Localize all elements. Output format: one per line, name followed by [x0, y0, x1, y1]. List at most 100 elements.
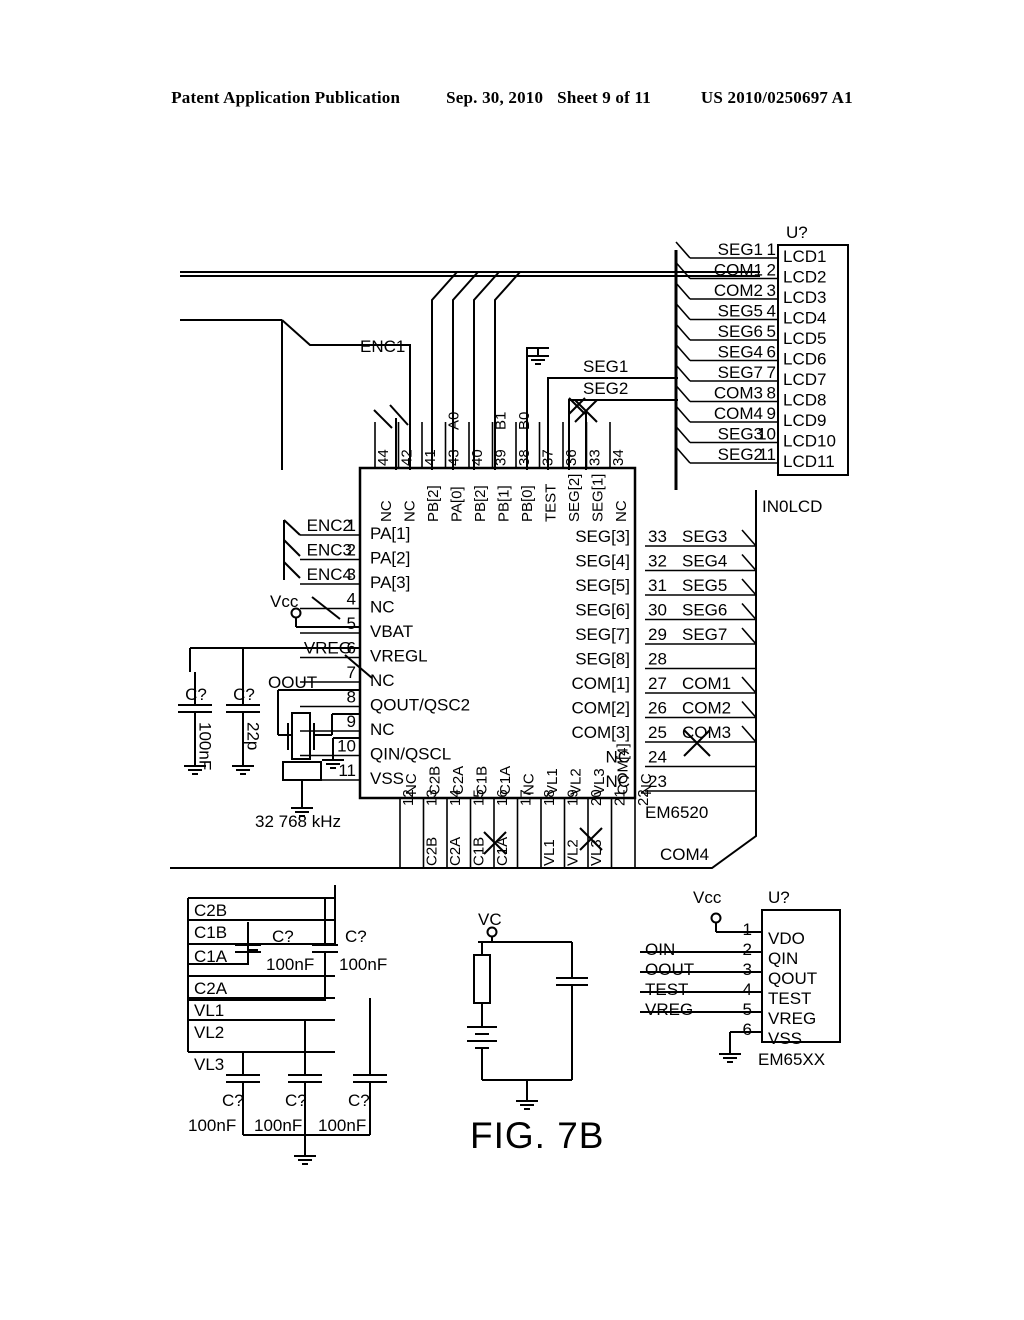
ic-top-label-5: PB[1]	[496, 485, 513, 522]
ic-left-label-10: QIN/QSCL	[370, 745, 451, 764]
em65xx-label-vreg: VREG	[768, 1009, 816, 1028]
ic-right-net-31: SEG5	[682, 576, 727, 595]
ic-right-diagonal	[741, 553, 757, 572]
ic-right-pinnum-27: 27	[648, 674, 667, 693]
ic-left-label-6: VREGL	[370, 647, 428, 666]
ic-left-net-3: ENC4	[307, 565, 352, 584]
lcd-pinnum-1: 1	[767, 240, 776, 259]
ic-right-pinnum-25: 25	[648, 723, 667, 742]
osc-cap2-ref: C?	[233, 685, 255, 704]
ic-right-pinnum-24: 24	[648, 748, 667, 767]
lcd-pin-diagonal	[675, 425, 691, 444]
ic-left-label-2: PA[2]	[370, 549, 410, 568]
ic-bottom-net-19: VL2	[565, 839, 582, 866]
lcd-net-lcd9: COM4	[714, 404, 763, 423]
ic-right-pinnum-33: 33	[648, 527, 667, 546]
cp-cap5-ref: C?	[348, 1091, 370, 1110]
em65xx-pinnum-6: 6	[743, 1020, 752, 1039]
ic-top-pinnum-37: 37	[540, 449, 557, 466]
ic-left-label-11: VSS	[370, 769, 404, 788]
ic-right-net-29: SEG7	[682, 625, 727, 644]
ic-top-pinnum-40: 40	[469, 449, 486, 466]
ic-right-diagonal	[741, 578, 757, 596]
ic-bottom-net-18: VL1	[541, 839, 558, 866]
ic-right-label-24: NC	[605, 748, 630, 767]
ic-top-pinnum-33: 33	[587, 449, 604, 466]
ic-top-net-43: A0	[446, 412, 463, 430]
ic-right-label-32: SEG[4]	[575, 552, 630, 571]
ic-bottom-pinnum-16: 16	[494, 789, 511, 806]
lcd-net-lcd4: SEG5	[718, 302, 763, 321]
lcd-connector-name: IN0LCD	[762, 497, 822, 516]
lcd-net-lcd6: SEG4	[718, 343, 763, 362]
lcd-label-lcd6: LCD6	[783, 350, 826, 369]
ic-right-pinnum-29: 29	[648, 625, 667, 644]
main-ic-name: EM6520	[645, 803, 708, 822]
ic-right-diagonal	[741, 676, 757, 694]
em65xx-label-vdo: VDO	[768, 929, 805, 948]
ic-top-label-1: NC	[402, 500, 419, 522]
ic-left-label-8: QOUT/QSC2	[370, 696, 470, 715]
ic-bottom-pinnum-19: 19	[565, 789, 582, 806]
ic-top-pinnum-41: 41	[422, 449, 439, 466]
cp-net-c2b: C2B	[194, 901, 227, 920]
cp-net-c1a: C1A	[194, 947, 228, 966]
ic-left-pinnum-4: 4	[347, 590, 356, 609]
ic-top-pinnum-39: 39	[493, 449, 510, 466]
ic-left-label-5: VBAT	[370, 622, 413, 641]
ic-bottom-pinnum-12: 12	[400, 789, 417, 806]
ic-top-pinnum-36: 36	[563, 449, 580, 466]
ic-bottom-net-13: C2B	[424, 837, 441, 866]
ic-top-label-8: SEG[2]	[566, 474, 583, 522]
osc-cap2-value: 22p	[244, 722, 263, 750]
em65xx-net-qin: OIN	[645, 940, 675, 959]
ic-right-diagonal	[741, 725, 757, 743]
crystal-label: 32 768 kHz	[255, 812, 341, 831]
ic-left-pinnum-10: 10	[337, 737, 356, 756]
vc-circuit	[467, 926, 588, 1110]
em65xx-block: 1 VDOOIN 2 QINOOUT 3 QOUTTEST 4 TESTVREG 5 VREG6 V…	[645, 909, 841, 1048]
ic-right-label-26: COM[2]	[571, 699, 630, 718]
ic-top-pins: 44 NC 42 NC 41 PB[2] 43 PA[0] A0 40 PB[2] 39 PB[1] B1…	[374, 412, 630, 522]
lcd-label-lcd8: LCD8	[783, 391, 826, 410]
ic-bottom-pinnum-14: 14	[447, 789, 464, 806]
ic-left-pinnum-11: 11	[338, 761, 356, 780]
lcd-net-lcd5: SEG6	[718, 322, 763, 341]
ic-right-label-29: SEG[7]	[575, 625, 630, 644]
osc-cap1-ref: C?	[185, 685, 207, 704]
ic-top-pinnum-44: 44	[375, 449, 392, 466]
ic-left-label-3: PA[3]	[370, 573, 410, 592]
ic-top-label-4: PB[2]	[472, 485, 489, 522]
cp-cap4-value: 100nF	[254, 1116, 302, 1135]
em65xx-pinnum-1: 1	[743, 920, 752, 939]
lcd-pin-diagonal	[675, 364, 691, 382]
ic-left-label-1: PA[1]	[370, 524, 410, 543]
lcd-pinnum-2: 2	[767, 261, 776, 280]
cp-cap3-value: 100nF	[188, 1116, 236, 1135]
em65xx-pinnum-2: 2	[743, 940, 752, 959]
lcd-pin-diagonal	[675, 302, 691, 321]
charge-pump-labels: C2B C1B C1A C2A VL1 VL2 VL3	[194, 901, 228, 1074]
ic-right-net-32: SEG4	[682, 552, 727, 571]
lcd-label-lcd9: LCD9	[783, 411, 826, 430]
ic-top-label-9: SEG[1]	[590, 474, 607, 522]
ic-left-label-9: NC	[370, 720, 395, 739]
cp-net-c2a: C2A	[194, 979, 228, 998]
lcd-net-lcd1: SEG1	[718, 240, 763, 259]
ic-right-label-33: SEG[3]	[575, 527, 630, 546]
ic-left-label-7: NC	[370, 671, 395, 690]
ic-bottom-pinnum-20: 20	[588, 789, 605, 806]
ic-left-pinnum-7: 7	[347, 663, 356, 682]
ic-right-diagonal	[741, 602, 757, 621]
ic-bottom-net-14: C2A	[447, 837, 464, 866]
ic-top-label-6: PB[0]	[519, 485, 536, 522]
lcd-connector-ref: U?	[786, 223, 808, 242]
lcd-label-lcd5: LCD5	[783, 329, 826, 348]
lcd-pinnum-4: 4	[767, 302, 776, 321]
lcd-net-lcd11: SEG2	[718, 445, 763, 464]
em65xx-name: EM65XX	[758, 1050, 825, 1069]
net-label-com4-bottom: COM4	[660, 845, 709, 864]
cp-cap3-ref: C?	[222, 1091, 244, 1110]
ic-top-pinnum-38: 38	[516, 449, 533, 466]
lcd-net-lcd3: COM2	[714, 281, 763, 300]
